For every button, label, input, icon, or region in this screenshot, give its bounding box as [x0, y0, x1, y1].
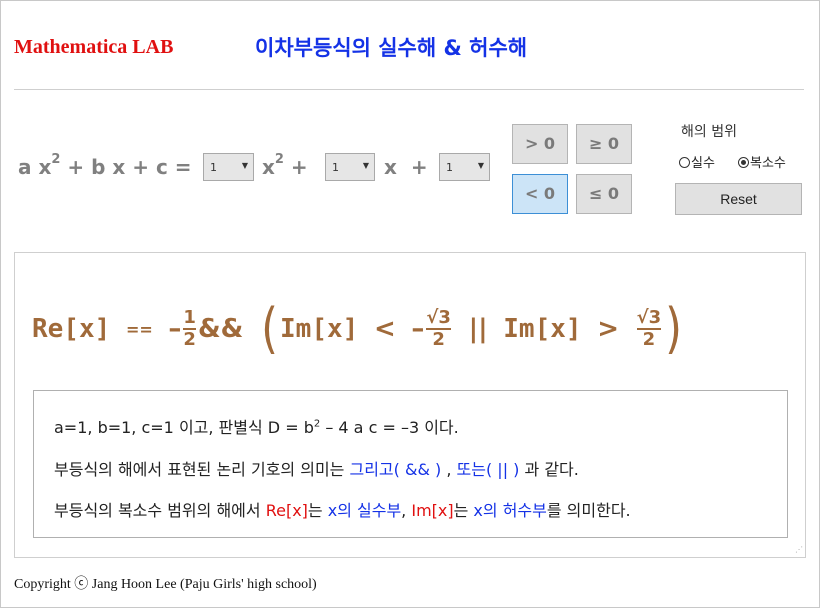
x-var: x — [384, 155, 397, 179]
formula-greater: > — [597, 314, 619, 344]
formula-and: && — [197, 314, 244, 344]
less-equal-button[interactable]: ≤ 0 — [576, 174, 632, 214]
coefficient-c-select[interactable]: 1 ▼ — [439, 153, 490, 181]
half-denominator: 2 — [183, 329, 196, 350]
line3-is-1: 는 — [307, 501, 328, 520]
sqrt3-numerator-2: √3 — [636, 307, 662, 328]
formula-less: < — [373, 314, 396, 344]
formula-im-2: Im[x] — [503, 314, 582, 344]
formula-re: Re[x] — [32, 314, 111, 344]
brand-label: Mathematica LAB — [14, 36, 174, 58]
radio-real[interactable]: 실수 — [679, 152, 715, 171]
radio-complex-label: 복소수 — [750, 156, 786, 171]
page-title: 이차부등식의 실수해 & 허수해 — [255, 36, 528, 60]
fraction-sqrt3-1: √3 2 — [426, 308, 451, 350]
fraction-sqrt3-2: √3 2 — [636, 307, 662, 350]
line3-imag-part: x의 허수부 — [473, 501, 547, 520]
sqrt3-denominator-1: 2 — [432, 329, 445, 350]
equation-x: x + — [384, 155, 428, 179]
greater-equal-button[interactable]: ≥ 0 — [576, 124, 632, 164]
coefficient-b-value: 1 — [332, 161, 339, 174]
radio-real-indicator — [679, 157, 690, 168]
line3-re: Re[x] — [265, 501, 308, 520]
lhs-rest: + b x + c = — [67, 155, 192, 179]
formula-im-1: Im[x] — [280, 314, 359, 344]
header-divider — [14, 89, 804, 90]
reset-button[interactable]: Reset — [675, 183, 802, 215]
coefficient-a-select[interactable]: 1 ▼ — [203, 153, 254, 181]
equation-lhs: a x2 + b x + c = — [18, 152, 192, 179]
solution-formula: Re[x] == – 1 2 && ( Im[x] < – √3 2 || Im… — [32, 294, 684, 364]
line3-im: Im[x] — [411, 501, 454, 520]
explanation-line-2: 부등식의 해에서 표현된 논리 기호의 의미는 그리고( && ) , 또는( … — [54, 456, 579, 480]
radio-real-label: 실수 — [691, 156, 715, 171]
line2-and: 그리고( && ) — [349, 460, 442, 479]
line3-is-2: 는 — [453, 501, 474, 520]
left-paren: ( — [261, 297, 278, 360]
radio-complex[interactable]: 복소수 — [738, 152, 786, 171]
equation-x2: x2 + — [262, 152, 308, 179]
less-than-button[interactable]: < 0 — [512, 174, 568, 214]
formula-minus: – — [168, 314, 182, 344]
resize-grip-icon: ⋰ — [795, 545, 803, 554]
sqrt3-numerator-1: √3 — [426, 307, 451, 328]
chevron-down-icon: ▼ — [362, 161, 369, 170]
coefficient-a-value: 1 — [210, 161, 217, 174]
line2-or: 또는( || ) — [456, 460, 520, 479]
lhs-ax: a x — [18, 155, 52, 179]
greater-than-button[interactable]: > 0 — [512, 124, 568, 164]
line3-end: 를 의미한다. — [546, 501, 631, 520]
fraction-half: 1 2 — [183, 308, 196, 350]
coefficient-b-select[interactable]: 1 ▼ — [325, 153, 375, 181]
x2-var: x — [262, 155, 275, 179]
chevron-down-icon: ▼ — [241, 161, 248, 170]
formula-or: || — [468, 314, 488, 344]
formula-minus-2: – — [411, 314, 425, 344]
line1-text-b: – 4 a c = –3 이다. — [320, 418, 459, 437]
line3-real-part: x의 실수부 — [327, 501, 402, 520]
plus-sign-2: + — [410, 155, 428, 179]
formula-equals: == — [125, 319, 153, 339]
line1-text-a: a=1, b=1, c=1 이고, 판별식 D = b — [54, 418, 314, 437]
coefficient-c-value: 1 — [446, 161, 453, 174]
line3-comma: , — [401, 501, 412, 520]
explanation-line-1: a=1, b=1, c=1 이고, 판별식 D = b2 – 4 a c = –… — [54, 414, 459, 438]
line3-text-a: 부등식의 복소수 범위의 해에서 — [54, 501, 266, 520]
radio-complex-indicator — [738, 157, 749, 168]
lhs-square: 2 — [51, 152, 61, 168]
copyright: Copyright ⓒ Jang Hoon Lee (Paju Girls' h… — [14, 577, 317, 592]
chevron-down-icon: ▼ — [477, 161, 484, 170]
right-paren: ) — [665, 297, 683, 360]
line2-comma: , — [441, 460, 457, 479]
solution-range-label: 해의 범위 — [681, 124, 737, 140]
plus-sign-1: + — [290, 155, 308, 179]
sqrt3-denominator-2: 2 — [642, 329, 656, 350]
line2-end: 과 같다. — [519, 460, 579, 479]
line2-text-a: 부등식의 해에서 표현된 논리 기호의 의미는 — [54, 460, 350, 479]
explanation-line-3: 부등식의 복소수 범위의 해에서 Re[x]는 x의 실수부, Im[x]는 x… — [54, 497, 631, 521]
half-numerator: 1 — [183, 307, 196, 328]
x2-square: 2 — [274, 152, 284, 168]
